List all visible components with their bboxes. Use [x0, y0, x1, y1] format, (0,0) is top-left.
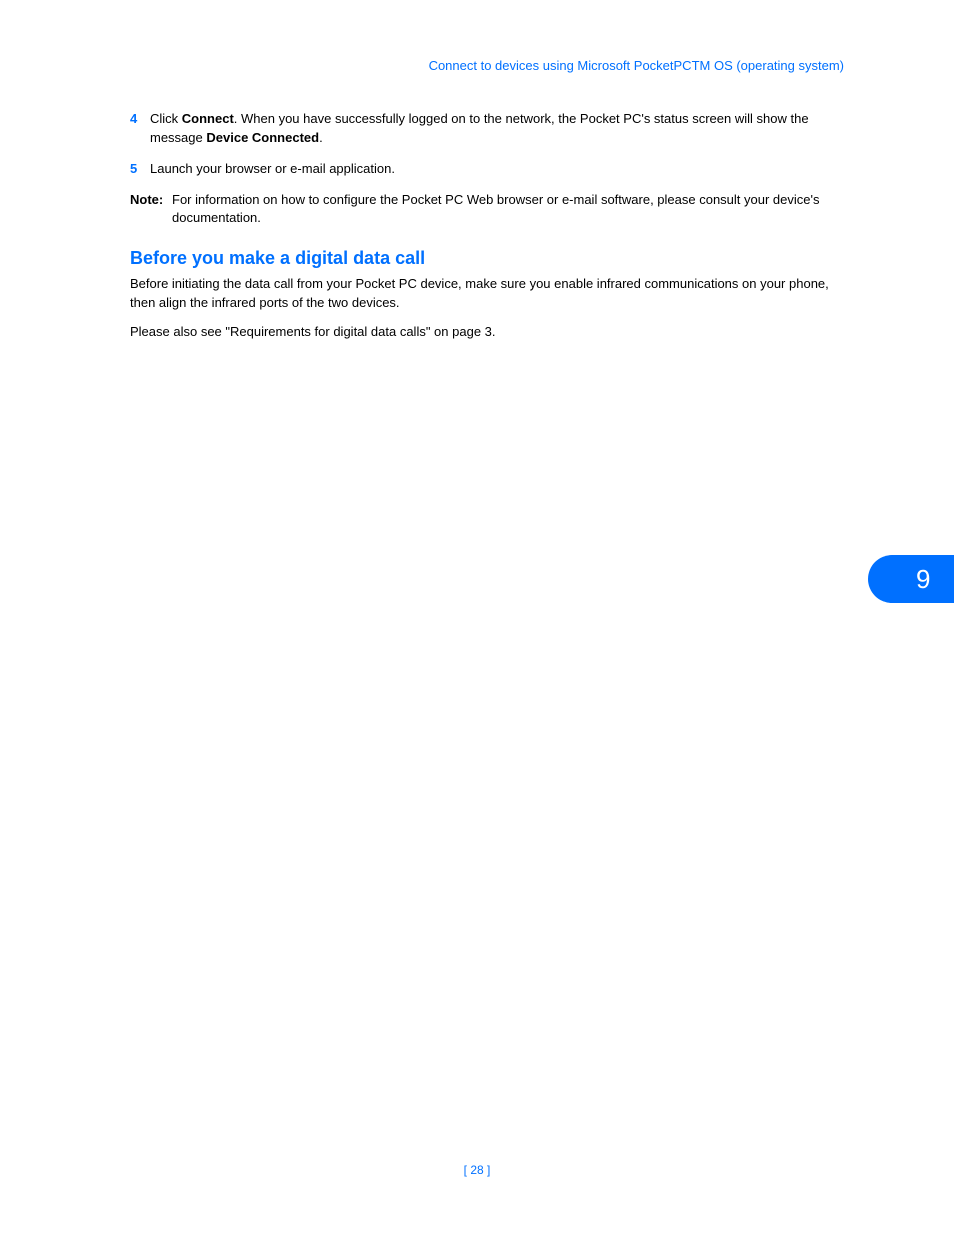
section-para-1: Before initiating the data call from you… — [130, 275, 845, 313]
page-content: 4 Click Connect. When you have successfu… — [130, 110, 845, 352]
section-para-2: Please also see "Requirements for digita… — [130, 323, 845, 342]
note-row: Note: For information on how to configur… — [130, 191, 845, 229]
step-post: . — [319, 130, 323, 145]
step-5: 5 Launch your browser or e-mail applicat… — [130, 160, 845, 179]
note-text: For information on how to configure the … — [172, 191, 845, 229]
page-number: [ 28 ] — [464, 1163, 491, 1177]
step-number: 5 — [130, 160, 150, 179]
page-footer: [ 28 ] — [0, 1163, 954, 1177]
step-text: Click Connect. When you have successfull… — [150, 110, 845, 148]
step-pre: Click — [150, 111, 182, 126]
step-number: 4 — [130, 110, 150, 148]
step-bold-connect: Connect — [182, 111, 234, 126]
step-4: 4 Click Connect. When you have successfu… — [130, 110, 845, 148]
page-header: Connect to devices using Microsoft Pocke… — [429, 58, 844, 73]
note-label: Note: — [130, 191, 172, 229]
header-title: Connect to devices using Microsoft Pocke… — [429, 58, 844, 73]
step-text: Launch your browser or e-mail applicatio… — [150, 160, 845, 179]
section-heading: Before you make a digital data call — [130, 248, 845, 269]
chapter-tab: 9 — [868, 555, 954, 603]
step-bold-device-connected: Device Connected — [206, 130, 319, 145]
chapter-number: 9 — [916, 564, 930, 595]
